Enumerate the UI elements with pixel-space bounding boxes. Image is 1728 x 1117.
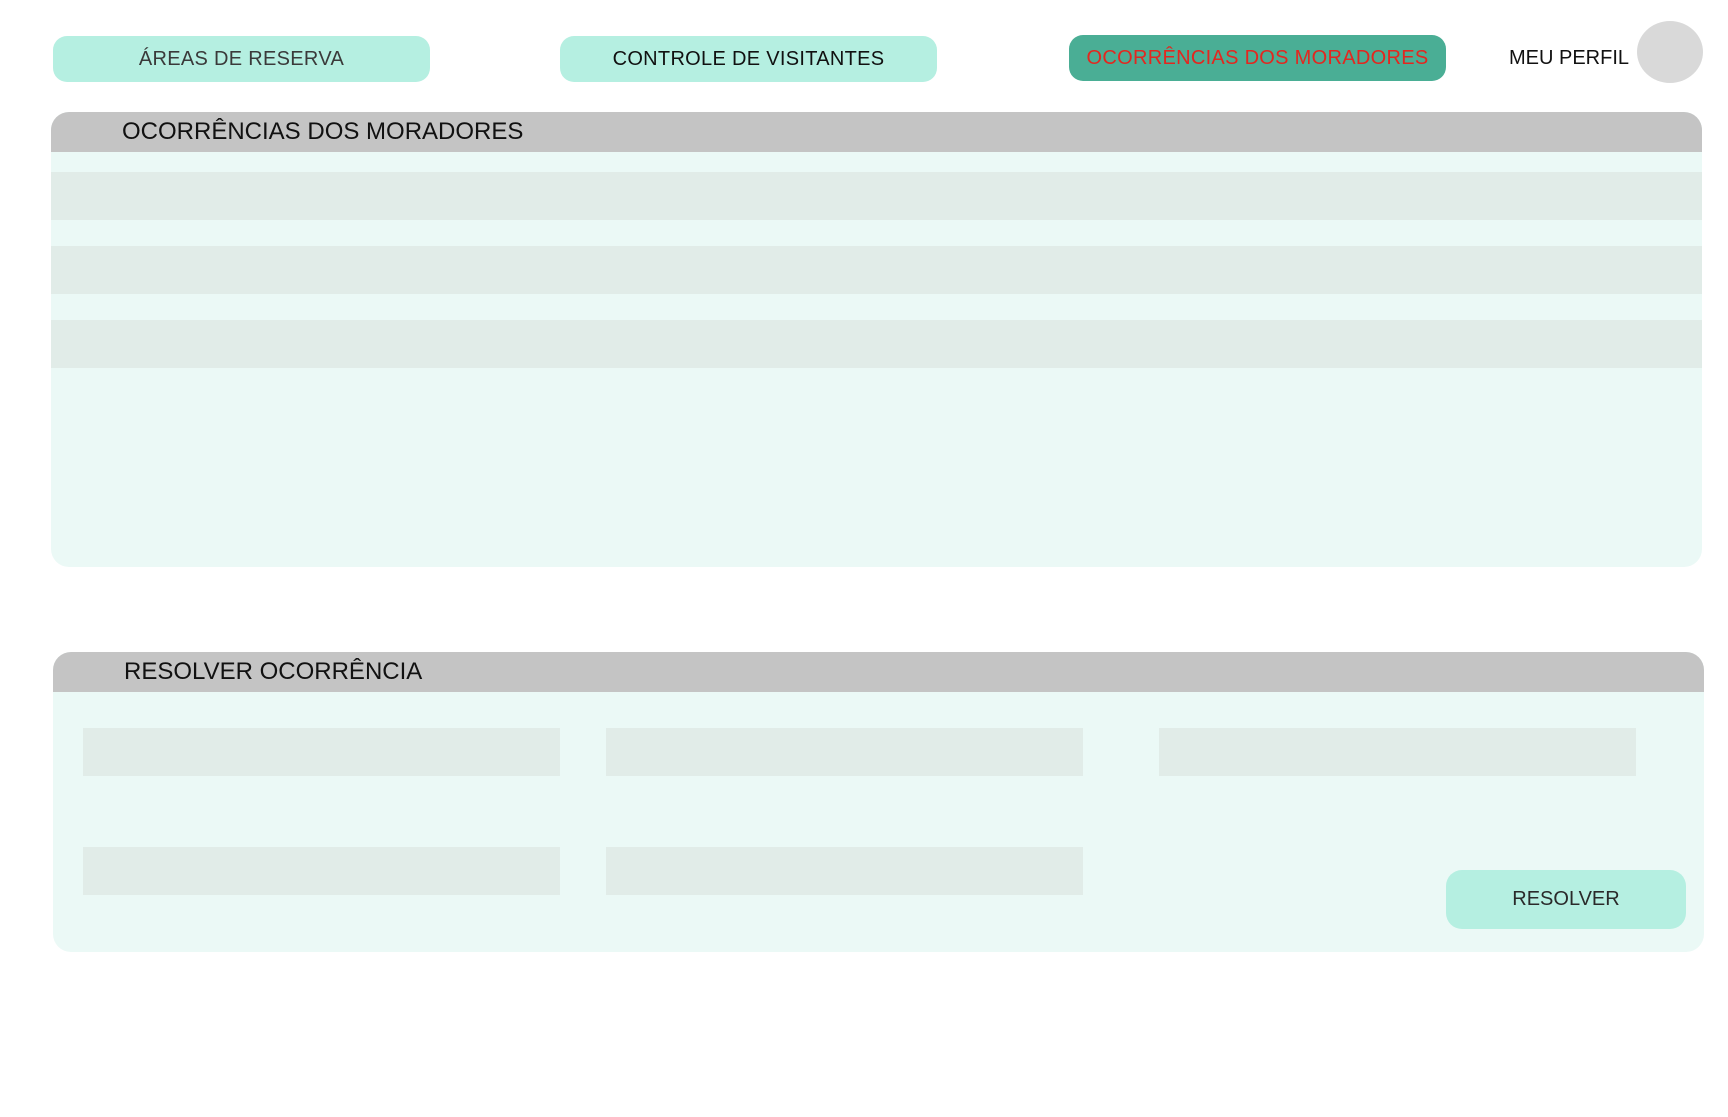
resolve-field-3[interactable] xyxy=(1159,728,1636,776)
occurrence-row[interactable] xyxy=(51,246,1702,294)
occurrence-row[interactable] xyxy=(51,172,1702,220)
occurrences-panel-title: OCORRÊNCIAS DOS MORADORES xyxy=(51,112,1702,152)
resolve-field-5[interactable] xyxy=(606,847,1083,895)
occurrence-row[interactable] xyxy=(51,320,1702,368)
resolve-occurrence-panel: RESOLVER OCORRÊNCIA RESOLVER xyxy=(53,652,1704,952)
app-root: ÁREAS DE RESERVA CONTROLE DE VISITANTES … xyxy=(0,0,1728,1117)
nav-controle-de-visitantes-button[interactable]: CONTROLE DE VISITANTES xyxy=(560,36,937,82)
occurrences-panel: OCORRÊNCIAS DOS MORADORES xyxy=(51,112,1702,567)
meu-perfil-link[interactable]: MEU PERFIL xyxy=(1509,47,1629,70)
resolve-field-4[interactable] xyxy=(83,847,560,895)
nav-areas-de-reserva-button[interactable]: ÁREAS DE RESERVA xyxy=(53,36,430,82)
resolve-panel-title: RESOLVER OCORRÊNCIA xyxy=(53,652,1704,692)
resolve-field-2[interactable] xyxy=(606,728,1083,776)
resolve-field-1[interactable] xyxy=(83,728,560,776)
profile-avatar-icon[interactable] xyxy=(1637,21,1703,83)
resolver-button[interactable]: RESOLVER xyxy=(1446,870,1686,929)
nav-ocorrencias-dos-moradores-button[interactable]: OCORRÊNCIAS DOS MORADORES xyxy=(1069,35,1446,81)
